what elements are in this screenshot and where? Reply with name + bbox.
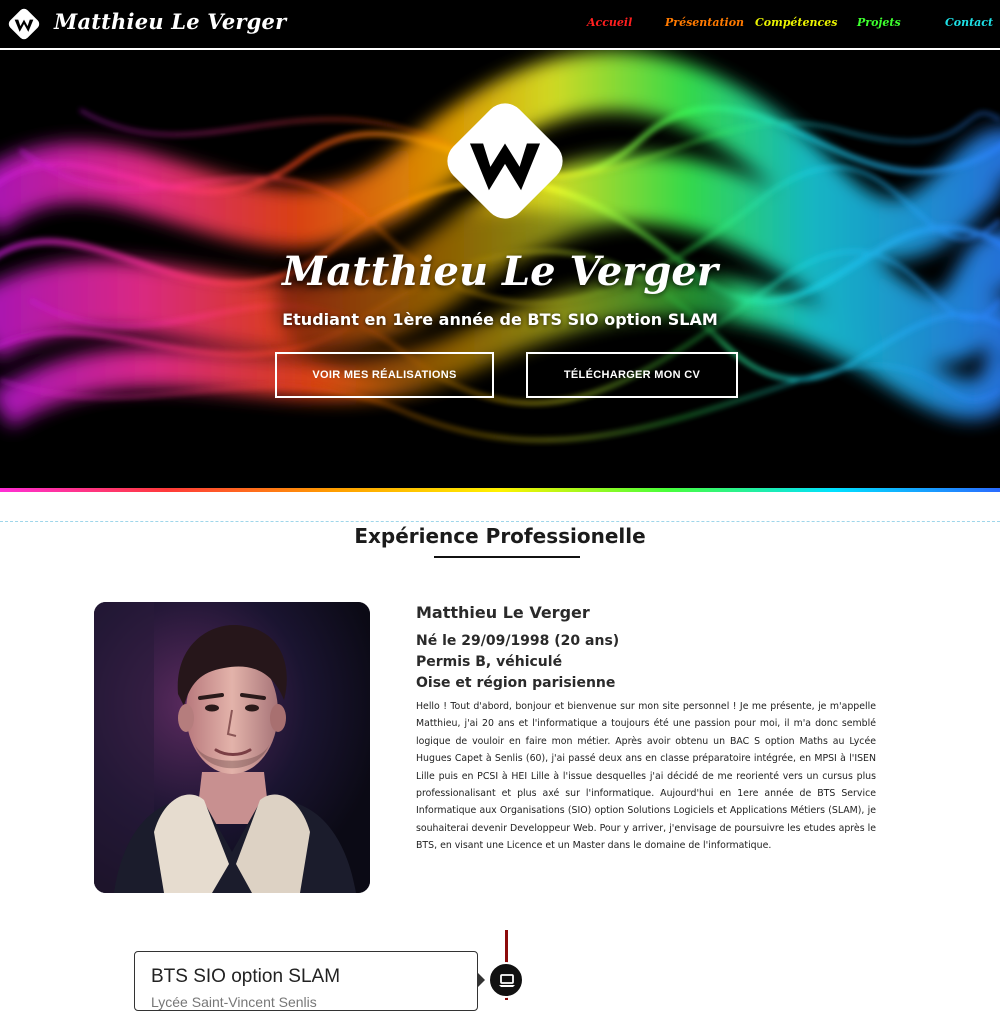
- timeline-card-title: BTS SIO option SLAM: [151, 966, 341, 987]
- timeline-card-subtitle: Lycée Saint-Vincent Senlis: [151, 994, 317, 1010]
- timeline-marker: [488, 962, 524, 998]
- view-works-button[interactable]: VOIR MES RÉALISATIONS: [275, 352, 494, 398]
- profile-photo: [94, 602, 370, 893]
- timeline-arrow: [477, 972, 485, 988]
- driving-license: Permis B, véhiculé: [416, 654, 563, 670]
- title-underline: [434, 556, 580, 558]
- dashed-divider: [0, 521, 1000, 522]
- birth-date: Né le 29/09/1998 (20 ans): [416, 633, 620, 649]
- nav-link-contact[interactable]: Contact: [945, 16, 993, 29]
- laptop-icon: [499, 974, 515, 987]
- timeline-card: BTS SIO option SLAM Lycée Saint-Vincent …: [134, 951, 478, 1011]
- logo-icon-large: [447, 103, 563, 219]
- download-cv-button[interactable]: TÉLÉCHARGER MON CV: [526, 352, 738, 398]
- profile-name: Matthieu Le Verger: [416, 603, 590, 622]
- hero-banner: Matthieu Le Verger Etudiant en 1ère anné…: [0, 50, 1000, 490]
- nav-links: Accueil Présentation Compétences Projets…: [0, 16, 1000, 34]
- nav-link-projets[interactable]: Projets: [857, 16, 901, 29]
- nav-link-accueil[interactable]: Accueil: [587, 16, 632, 29]
- location: Oise et région parisienne: [416, 675, 616, 691]
- navbar: Matthieu Le Verger Accueil Présentation …: [0, 0, 1000, 50]
- nav-link-competences[interactable]: Compétences: [755, 16, 837, 29]
- hero-title: Matthieu Le Verger: [282, 248, 718, 295]
- nav-link-presentation[interactable]: Présentation: [665, 16, 744, 29]
- section-title: Expérience Professionelle: [354, 524, 646, 548]
- rainbow-divider: [0, 488, 1000, 492]
- biography-text: Hello ! Tout d'abord, bonjour et bienven…: [416, 701, 876, 852]
- hero-subtitle: Etudiant en 1ère année de BTS SIO option…: [282, 310, 718, 329]
